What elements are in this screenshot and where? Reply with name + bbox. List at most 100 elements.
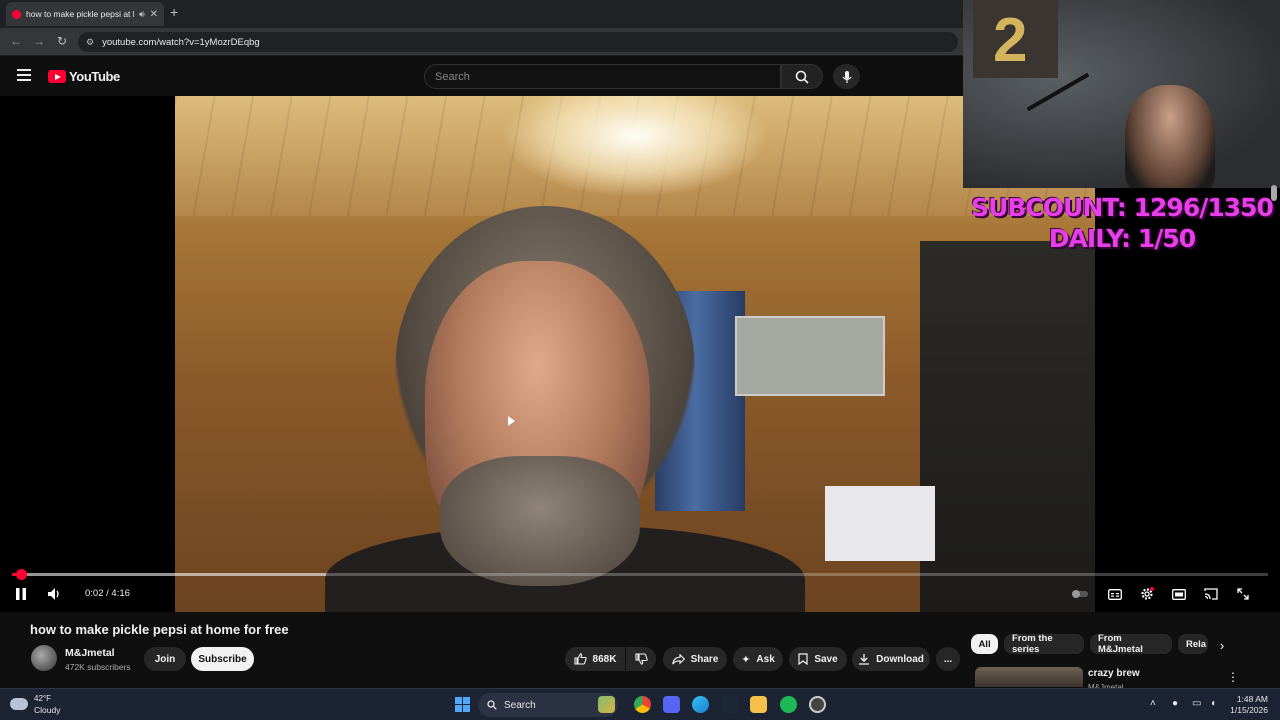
youtube-favicon-icon xyxy=(12,9,21,19)
clock-time[interactable]: 1:48 AM xyxy=(1232,694,1268,704)
search-icon xyxy=(795,70,809,84)
autoplay-toggle[interactable] xyxy=(1071,585,1089,603)
youtube-logo[interactable]: YouTube xyxy=(48,69,120,84)
url-field[interactable]: ⚙ youtube.com/watch?v=1yMozrDEqbg xyxy=(78,32,958,52)
back-arrow-icon[interactable]: ← xyxy=(10,34,22,48)
save-label: Save xyxy=(814,653,838,665)
windows-taskbar: 42°F Cloudy Search ˄ ● ▭ ◖ 1:48 AM 1/15/… xyxy=(0,688,1280,720)
video-frame[interactable] xyxy=(175,96,1095,612)
thumbs-down-icon xyxy=(634,653,648,665)
subscribe-label: Subscribe xyxy=(198,653,247,665)
channel-name[interactable]: M&Jmetal xyxy=(65,647,115,659)
microphone-icon xyxy=(842,70,851,83)
speaker-icon[interactable]: ◖ xyxy=(1210,698,1216,709)
weather-condition[interactable]: Cloudy xyxy=(34,705,60,715)
buffered-bar xyxy=(12,573,326,576)
download-button[interactable]: Download xyxy=(852,647,930,671)
spotify-icon[interactable] xyxy=(780,696,797,713)
widget-app-icon[interactable] xyxy=(598,696,615,713)
steam-icon[interactable] xyxy=(721,696,738,713)
discord-icon[interactable] xyxy=(663,696,680,713)
file-explorer-icon[interactable] xyxy=(750,696,767,713)
autoplay-icon xyxy=(1072,590,1088,598)
subscribe-button[interactable]: Subscribe xyxy=(191,647,254,671)
obs-icon[interactable] xyxy=(809,696,826,713)
forward-arrow-icon[interactable]: → xyxy=(33,34,45,48)
chrome-icon[interactable] xyxy=(634,696,651,713)
dislike-button[interactable] xyxy=(626,647,656,671)
chip-related[interactable]: Rela xyxy=(1178,634,1208,654)
cast-icon xyxy=(1204,588,1218,600)
youtube-play-icon xyxy=(48,70,66,83)
edge-icon[interactable] xyxy=(692,696,709,713)
download-label: Download xyxy=(876,653,924,665)
chip-all[interactable]: All xyxy=(971,634,998,654)
tab-title: how to make pickle pepsi at home for fre… xyxy=(26,9,134,19)
clock-date[interactable]: 1/15/2026 xyxy=(1228,705,1268,715)
new-tab-button[interactable]: + xyxy=(170,4,178,20)
speaker-icon[interactable]: 🔊︎ xyxy=(139,9,145,20)
chip-from-series[interactable]: From the series xyxy=(1004,633,1084,655)
reload-icon[interactable]: ↻ xyxy=(57,34,67,48)
chip-from-channel[interactable]: From M&Jmetal xyxy=(1090,633,1172,655)
url-text: youtube.com/watch?v=1yMozrDEqbg xyxy=(102,36,260,48)
pause-button[interactable] xyxy=(13,585,29,603)
volume-icon xyxy=(48,588,59,600)
like-button[interactable]: 868K xyxy=(565,647,625,671)
streamer xyxy=(1125,85,1215,188)
progress-bar[interactable] xyxy=(12,573,1268,576)
menu-icon[interactable] xyxy=(17,69,31,81)
miniplayer-button[interactable] xyxy=(1170,585,1188,603)
more-actions-button[interactable]: ... xyxy=(936,647,960,671)
search-icon xyxy=(487,700,497,710)
close-icon[interactable]: ✕ xyxy=(150,9,158,20)
video-title: how to make pickle pepsi at home for fre… xyxy=(30,622,289,637)
person-beard xyxy=(440,456,640,586)
scrubber-handle[interactable] xyxy=(16,569,27,580)
download-icon xyxy=(859,654,870,665)
thumbs-up-icon xyxy=(573,653,587,665)
chevron-up-icon[interactable]: ˄ xyxy=(1150,698,1156,709)
browser-tab[interactable]: how to make pickle pepsi at home for fre… xyxy=(6,2,164,26)
expand-icon xyxy=(1237,588,1249,600)
cast-button[interactable] xyxy=(1202,585,1220,603)
captions-button[interactable] xyxy=(1106,585,1124,603)
cloud-icon[interactable] xyxy=(10,698,28,710)
volume-button[interactable] xyxy=(46,585,64,603)
share-label: Share xyxy=(690,653,719,665)
windows-start-icon[interactable] xyxy=(455,697,470,712)
join-label: Join xyxy=(154,653,176,665)
microphone-icon[interactable]: ● xyxy=(1172,698,1178,709)
subscriber-count: 472K subscribers xyxy=(65,662,131,672)
fullscreen-button[interactable] xyxy=(1234,585,1252,603)
recommendation-menu-icon[interactable]: ⋮ xyxy=(1227,668,1239,686)
save-button[interactable]: Save xyxy=(789,647,847,671)
site-info-icon[interactable]: ⚙ xyxy=(86,37,94,48)
pause-icon xyxy=(16,588,26,600)
share-button[interactable]: Share xyxy=(663,647,727,671)
weather-temperature[interactable]: 42°F xyxy=(34,694,51,703)
voice-search-button[interactable] xyxy=(833,64,860,89)
printer-box xyxy=(825,486,935,561)
scrollbar-thumb[interactable] xyxy=(1271,185,1277,201)
like-count: 868K xyxy=(592,653,617,665)
time-display: 0:02 / 4:16 xyxy=(85,588,130,599)
recommendation-thumbnail[interactable] xyxy=(975,667,1083,687)
join-button[interactable]: Join xyxy=(144,647,186,671)
network-icon[interactable]: ▭ xyxy=(1192,698,1201,709)
settings-button[interactable] xyxy=(1138,585,1156,603)
chevron-right-icon[interactable]: › xyxy=(1214,636,1230,654)
mouse-cursor-icon xyxy=(508,416,515,426)
channel-avatar[interactable] xyxy=(31,645,57,671)
more-icon: ... xyxy=(943,653,953,665)
webcam-overlay: 2 xyxy=(963,0,1280,188)
taskbar-search[interactable]: Search xyxy=(478,693,618,717)
recommendation-title[interactable]: crazy brew xyxy=(1088,668,1140,679)
wall-poster xyxy=(735,316,885,396)
ask-button[interactable]: ✦ Ask xyxy=(733,647,783,671)
bookmark-icon xyxy=(798,653,808,665)
search-button[interactable] xyxy=(781,64,823,89)
search-input[interactable]: Search xyxy=(424,64,781,89)
miniplayer-icon xyxy=(1172,588,1186,600)
gear-icon xyxy=(1141,587,1154,600)
